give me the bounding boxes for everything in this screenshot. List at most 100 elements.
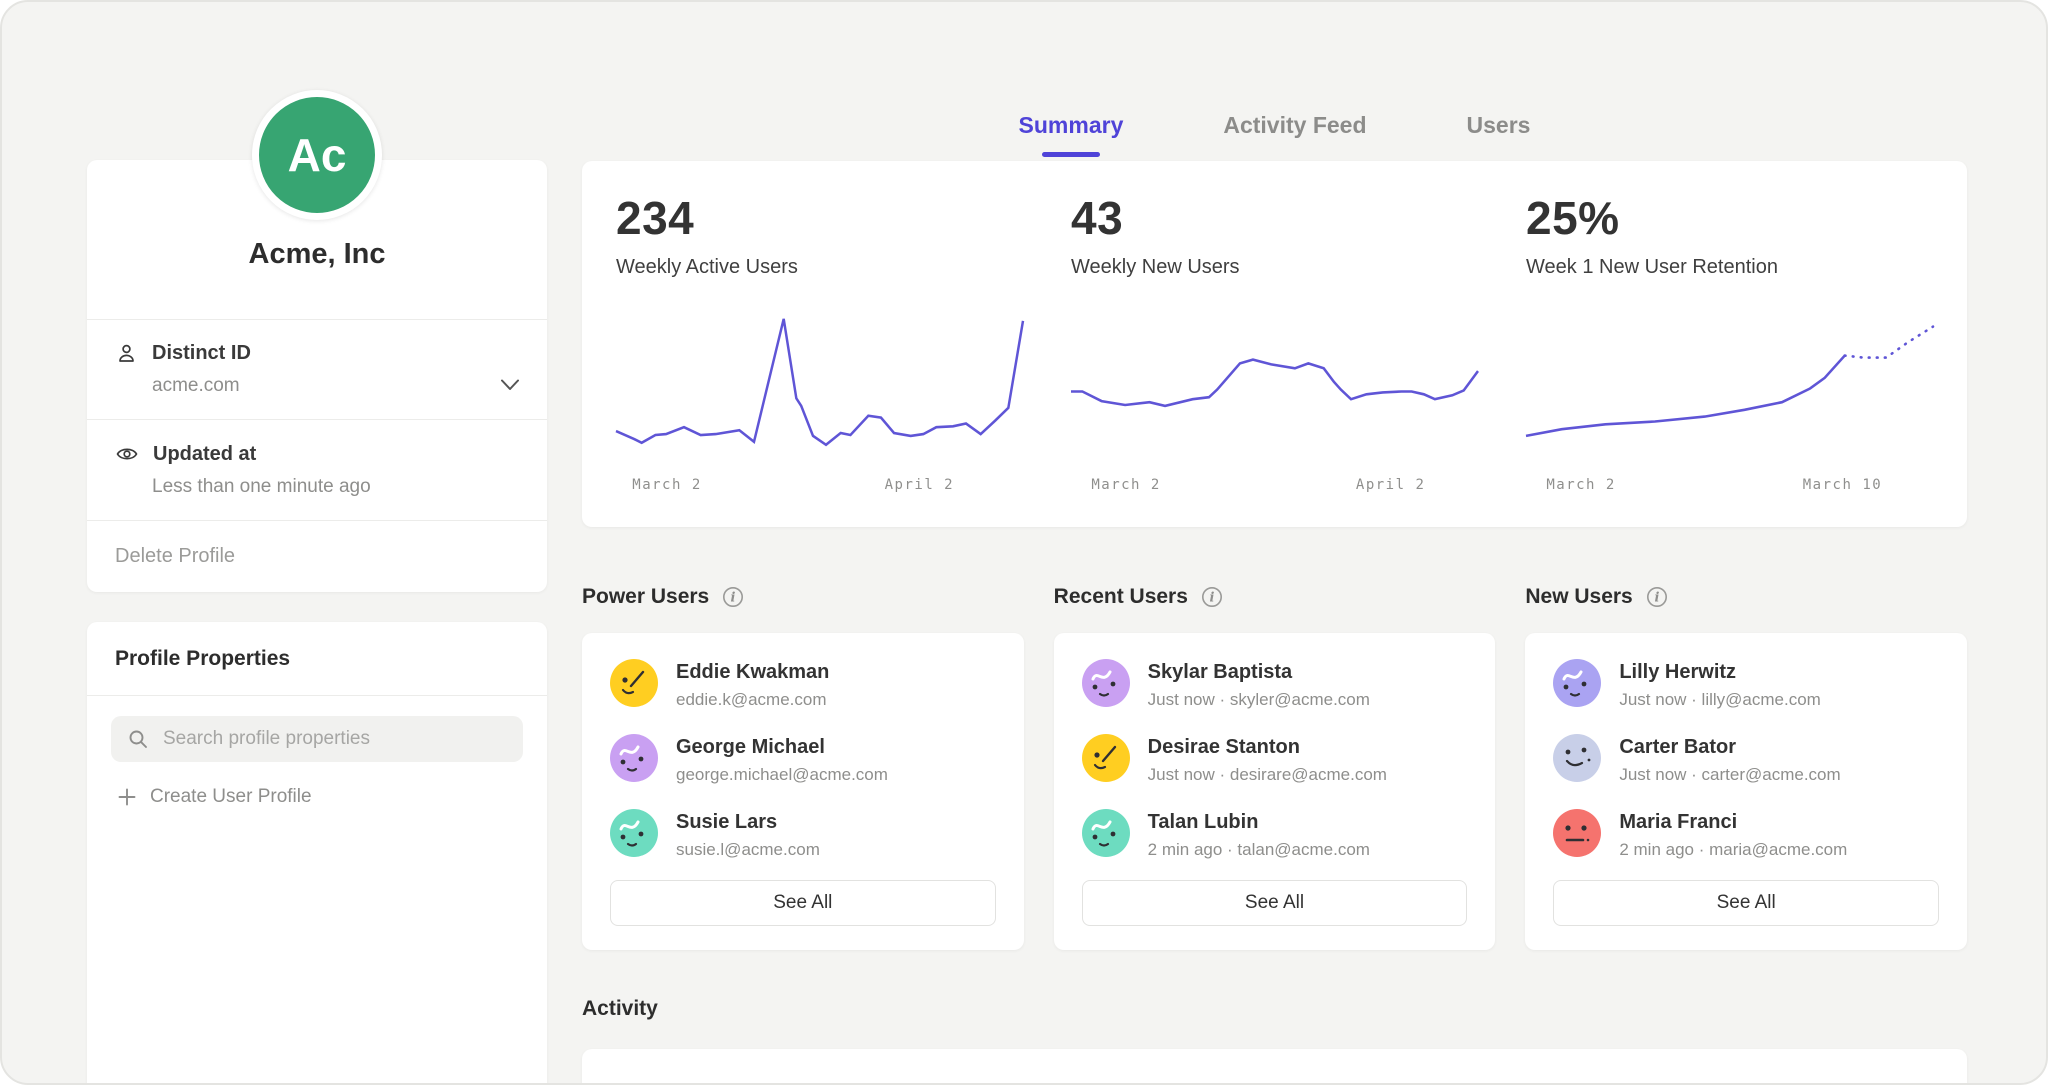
- section-new-users: New Users i Lilly HerwitzJust now · lilly@…: [1525, 585, 1967, 950]
- svg-text:i: i: [1209, 590, 1214, 605]
- user-avatar: [610, 734, 658, 782]
- x-axis-label: March 2: [1546, 477, 1616, 493]
- section-title: Recent Users: [1054, 585, 1188, 609]
- sparkline-chart: March 2 March 10: [1526, 307, 1933, 505]
- sparkline-chart: March 2April 2: [616, 307, 1023, 505]
- stat-label: Weekly Active Users: [616, 256, 1023, 279]
- main-content: Summary Activity Feed Users 234 Weekly Acti…: [582, 2, 1967, 1085]
- company-initials: Ac: [288, 128, 347, 182]
- user-meta: Skylar Baptista Just now · skyler@acme.co…: [1148, 659, 1370, 710]
- user-row[interactable]: Eddie Kwakmaneddie.k@acme.com: [610, 659, 996, 710]
- info-icon[interactable]: i: [1200, 585, 1224, 609]
- summary-stats-card: 234Weekly Active UsersMarch 2April 243We…: [582, 161, 1967, 527]
- user-row[interactable]: George Michael george.michael@acme.com: [610, 734, 996, 785]
- user-meta: Desirae StantonJust now · desirare@acme.…: [1148, 734, 1387, 785]
- sparkline-chart: March 2 April 2: [1071, 307, 1478, 505]
- x-axis-label: March 10: [1803, 477, 1882, 493]
- tab-summary[interactable]: Summary: [1019, 112, 1124, 139]
- user-detail: eddie.k@acme.com: [676, 690, 829, 710]
- company-avatar: Ac: [252, 90, 382, 220]
- create-user-profile-button[interactable]: Create User Profile: [111, 762, 523, 838]
- user-meta: Eddie Kwakmaneddie.k@acme.com: [676, 659, 829, 710]
- distinct-id-label: Distinct ID: [152, 342, 251, 365]
- section-title: New Users: [1525, 585, 1632, 609]
- user-detail: 2 min ago · talan@acme.com: [1148, 840, 1370, 860]
- user-sections: Power Users i Eddie Kwakmaneddie.k@acme.co…: [582, 585, 1967, 950]
- user-meta: Maria Franci 2 min ago · maria@acme.com: [1619, 809, 1847, 860]
- user-detail: george.michael@acme.com: [676, 765, 888, 785]
- stat-label: Week 1 New User Retention: [1526, 256, 1933, 279]
- profile-properties-title: Profile Properties: [87, 622, 547, 696]
- stat-value: 234: [616, 191, 1023, 245]
- svg-text:i: i: [731, 590, 736, 605]
- user-name: Susie Lars: [676, 809, 820, 834]
- updated-at-value: Less than one minute ago: [152, 476, 519, 498]
- user-list-card: Skylar Baptista Just now · skyler@acme.co…: [1054, 633, 1496, 950]
- create-user-profile-label: Create User Profile: [150, 786, 312, 808]
- user-name: Maria Franci: [1619, 809, 1847, 834]
- user-row[interactable]: Desirae StantonJust now · desirare@acme.…: [1082, 734, 1468, 785]
- section-power-users: Power Users i Eddie Kwakmaneddie.k@acme.co…: [582, 585, 1024, 950]
- person-icon: [115, 342, 138, 365]
- see-all-button[interactable]: See All: [610, 880, 996, 926]
- updated-at-label: Updated at: [153, 443, 256, 466]
- user-meta: George Michael george.michael@acme.com: [676, 734, 888, 785]
- activity-title: Activity: [582, 997, 1967, 1021]
- info-icon[interactable]: i: [721, 585, 745, 609]
- user-meta: Carter BatorJust now · carter@acme.com: [1619, 734, 1840, 785]
- section-title: Power Users: [582, 585, 709, 609]
- profile-properties-search[interactable]: [111, 716, 523, 762]
- user-avatar: [1082, 734, 1130, 782]
- x-axis-label: March 2: [632, 477, 702, 493]
- user-detail: Just now · skyler@acme.com: [1148, 690, 1370, 710]
- user-meta: Susie Lars susie.l@acme.com: [676, 809, 820, 860]
- user-row[interactable]: Maria Franci 2 min ago · maria@acme.com: [1553, 809, 1939, 860]
- user-meta: Lilly HerwitzJust now · lilly@acme.com: [1619, 659, 1820, 710]
- user-detail: Just now · desirare@acme.com: [1148, 765, 1387, 785]
- see-all-button[interactable]: See All: [1082, 880, 1468, 926]
- profile-properties-card: Profile Properties Create User Profile: [87, 622, 547, 1085]
- app-window: Ac Acme, Inc Distinct ID acme.com: [0, 0, 2048, 1085]
- user-row[interactable]: Talan Lubin2 min ago · talan@acme.com: [1082, 809, 1468, 860]
- updated-at-row: Updated at Less than one minute ago: [87, 419, 547, 520]
- stat-value: 43: [1071, 191, 1478, 245]
- info-icon[interactable]: i: [1645, 585, 1669, 609]
- search-icon: [127, 728, 149, 750]
- user-detail: susie.l@acme.com: [676, 840, 820, 860]
- user-avatar: [1082, 809, 1130, 857]
- tab-bar: Summary Activity Feed Users: [582, 2, 1967, 139]
- tab-users[interactable]: Users: [1467, 112, 1531, 139]
- tab-activity-feed[interactable]: Activity Feed: [1223, 112, 1366, 139]
- user-list-card: Eddie Kwakmaneddie.k@acme.com George Mich…: [582, 633, 1024, 950]
- section-recent-users: Recent Users i Skylar Baptista Just now · s…: [1054, 585, 1496, 950]
- section-header: Recent Users i: [1054, 585, 1496, 609]
- summary-stat-weekly-active-users: 234 Weekly Active Users March 2April 2: [592, 191, 1047, 505]
- section-header: Power Users i: [582, 585, 1024, 609]
- delete-profile-button[interactable]: Delete Profile: [87, 520, 547, 592]
- section-header: New Users i: [1525, 585, 1967, 609]
- user-row[interactable]: Carter BatorJust now · carter@acme.com: [1553, 734, 1939, 785]
- user-row[interactable]: Skylar Baptista Just now · skyler@acme.co…: [1082, 659, 1468, 710]
- plus-icon: [117, 787, 137, 807]
- user-avatar: [1553, 659, 1601, 707]
- user-name: Skylar Baptista: [1148, 659, 1370, 684]
- search-input[interactable]: [161, 727, 507, 751]
- user-avatar: [1553, 734, 1601, 782]
- user-name: George Michael: [676, 734, 888, 759]
- x-axis-label: April 2: [1356, 477, 1426, 493]
- user-detail: 2 min ago · maria@acme.com: [1619, 840, 1847, 860]
- chevron-down-icon[interactable]: [499, 378, 521, 392]
- activity-card: 2349403.4k: [582, 1049, 1967, 1085]
- company-profile-card: Ac Acme, Inc Distinct ID acme.com: [87, 160, 547, 592]
- see-all-button[interactable]: See All: [1553, 880, 1939, 926]
- user-row[interactable]: Susie Lars susie.l@acme.com: [610, 809, 996, 860]
- svg-text:i: i: [1654, 590, 1659, 605]
- distinct-id-row[interactable]: Distinct ID acme.com: [87, 319, 547, 419]
- user-avatar: [610, 659, 658, 707]
- user-meta: Talan Lubin2 min ago · talan@acme.com: [1148, 809, 1370, 860]
- user-avatar: [1082, 659, 1130, 707]
- x-axis-label: March 2: [1091, 477, 1161, 493]
- eye-icon: [115, 442, 139, 466]
- user-row[interactable]: Lilly HerwitzJust now · lilly@acme.com: [1553, 659, 1939, 710]
- summary-stat-weekly-new-users: 43Weekly New UsersMarch 2April 2: [1047, 191, 1502, 505]
